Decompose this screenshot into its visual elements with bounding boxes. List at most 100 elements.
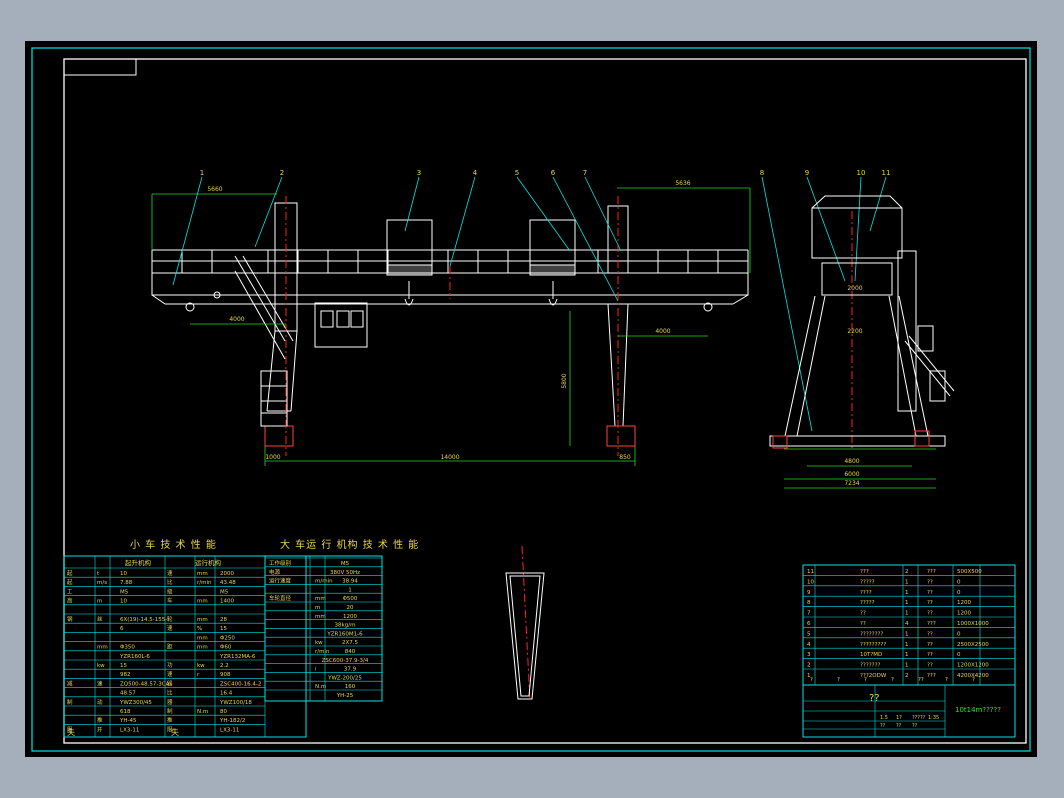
trolley-cell: 48.57 [120,691,136,697]
trolley-cell: 速 [167,570,173,577]
balloon-5: 5 [515,169,519,177]
trolley-cell: m [97,599,102,605]
trolley-cell: t [97,571,100,577]
trolley-cell: Φ250 [220,635,235,641]
trolley-cell: 28 [220,617,227,623]
part-cell: ?? [927,590,933,596]
part-cell: ?? [927,611,933,617]
part-cell: ???????? [860,631,883,637]
trolley-cell: 982 [120,672,131,678]
dim-side-total: 7234 [844,480,859,487]
crane-cell: 运行速度 [269,577,292,585]
trolley-cell: LX3-11 [220,727,239,733]
crane-cell: m [315,605,320,611]
crane-cell: 车轮直径 [269,594,292,602]
trolley-cell: Φ350 [120,645,135,651]
trolley-cell: 减 [67,679,73,687]
crane-cell: 380V 50Hz [330,570,360,576]
corner-stamp-box [63,58,137,76]
part-cell: ?? [927,631,933,637]
trolley-cell: 速 [167,625,173,632]
part-cell: 1 [905,642,909,648]
dim-side-6000: 6000 [844,471,859,478]
part-cell: ?? [927,642,933,648]
operator-cab [314,302,368,348]
part-cell: ???? [860,590,872,596]
part-cell: 1 [905,631,909,637]
trolley-cell: mm [197,635,208,641]
title-note: ????? [912,715,926,721]
left-stair [234,255,294,427]
part-cell: 10T?MD [860,652,882,658]
part-cell: ?? [927,663,933,669]
dim-leg-left: 1000 [265,454,280,461]
parts-header-cell: ?? [918,677,924,683]
dim-trolley-gauge: 2000 [847,285,862,292]
part-cell: ?? [927,579,933,585]
crane-cell: Φ500 [343,596,358,602]
trolley-cell: Φ60 [220,645,232,651]
crane-cell: r/min [315,649,330,655]
trolley-cell: 推 [97,716,103,724]
balloon-labels: 1 2 3 4 5 6 7 8 9 10 11 [200,169,891,177]
trolley-cell: YWZ100/18 [219,700,252,706]
trolley-cell: 起 [67,570,73,577]
part-cell: ????? [860,579,875,585]
title-note: 1? [896,715,902,721]
part-cell: ????????? [860,642,886,648]
part-cell: ?? [860,611,866,617]
trolley-cell: mm [97,645,108,651]
trolley-cell: 15 [220,626,227,632]
trolley-cell: 16.4 [220,691,233,697]
crane-cell: M5 [341,561,350,567]
part-cell: ??? [860,569,869,575]
trolley-cell: 器 [167,680,173,687]
trolley-cell: % [197,626,202,632]
trolley-cell: YZR160L-6 [119,654,150,660]
trolley-cell: 开 [97,726,103,733]
crane-cell: N.m [315,684,326,690]
title-note: 1:35 [928,715,939,721]
trolley-cell: 618 [120,709,131,715]
crane-cell: 1200 [343,614,357,620]
trolley-cell: LX3-11 [120,727,139,733]
drawing-number: ?? [869,693,880,704]
crane-cell: mm [315,614,326,620]
left-bottom-label-2: 失 [171,728,179,737]
trolley-cell: 器 [167,699,173,706]
part-cell: 1 [905,663,909,669]
part-cell: 1200 [957,611,971,617]
leg-section-view [505,572,545,700]
parts-header-cell: ? [837,677,840,683]
cad-drawing: 1 2 3 4 5 6 7 8 9 10 11 56605636400040005800140001… [31,47,1031,752]
trolley-cell: 功 [167,661,173,669]
title-note: ?? [896,723,902,729]
side-elevation [769,195,955,449]
trolley-cell: 车 [167,597,173,605]
parts-list-table: 11??? 2??? 500X50010????? 1?? 09???? 1?? 08???… [802,564,1016,686]
part-cell: 3 [807,652,811,658]
dim-hook-left: 4000 [229,316,244,323]
parts-header-cell: ? [972,677,975,683]
part-cell: ?? [927,652,933,658]
trolley-cell: 比 [167,689,173,697]
trolley-cell: ZQ500-48.57-3CA [120,681,170,687]
balloon-7: 7 [583,169,587,177]
trolley-cell: 丝 [97,615,103,623]
trolley-cell: 高 [67,597,73,605]
part-cell: 11 [807,569,814,575]
crane-cell: kw [315,640,323,646]
trolley-cell: M5 [120,589,129,595]
right-leg [606,205,636,447]
part-cell: ??? [927,569,936,575]
crane-cell: 160 [345,684,356,690]
trolley-cell: mm [197,599,208,605]
part-cell: ????? [860,600,875,606]
trolley-cell: N.m [197,709,208,715]
trolley-cell: 起 [67,579,73,586]
trolley-cell: 908 [220,672,231,678]
parts-header-cell: ? [891,677,894,683]
trolley-cell: 2.2 [220,663,229,669]
trolley-cell: 轮 [167,615,173,623]
crane-cell: mm [315,596,326,602]
